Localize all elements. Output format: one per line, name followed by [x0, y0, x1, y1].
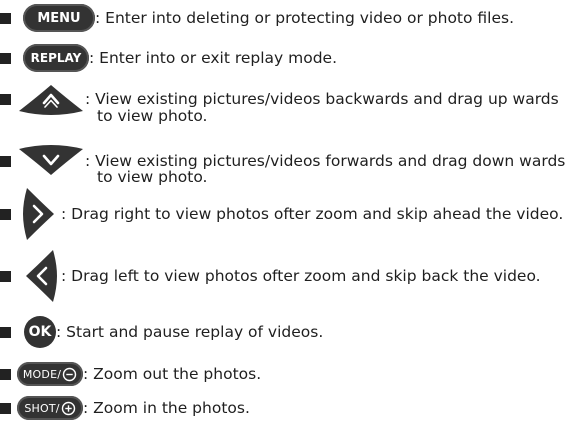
- menu-description: : Enter into deleting or protecting vide…: [95, 8, 515, 27]
- down-chevron-icon[interactable]: [17, 144, 85, 178]
- bullet: [0, 12, 11, 24]
- bullet: [0, 208, 11, 220]
- mode-zoom-out-button[interactable]: MODE/: [17, 362, 83, 386]
- row-left: : Drag left to view photos ofter zoom an…: [0, 248, 541, 304]
- up-chevron-icon[interactable]: [17, 82, 85, 116]
- row-replay: REPLAY : Enter into or exit replay mode.: [0, 44, 337, 72]
- row-ok: OK : Start and pause replay of videos.: [0, 316, 323, 348]
- left-description: : Drag left to view photos ofter zoom an…: [61, 266, 541, 285]
- row-right: : Drag right to view photos ofter zoom a…: [0, 186, 563, 242]
- shot-description: : Zoom in the photos.: [83, 398, 250, 417]
- row-up: : View existing pictures/videos backward…: [0, 82, 559, 116]
- minus-circle-icon: [62, 367, 77, 381]
- bullet: [0, 155, 11, 167]
- bullet: [0, 52, 11, 64]
- bullet: [0, 93, 11, 105]
- ok-description: : Start and pause replay of videos.: [56, 322, 324, 341]
- menu-button[interactable]: MENU: [23, 4, 95, 32]
- bullet: [0, 270, 11, 282]
- mode-label: MODE/: [22, 367, 62, 381]
- row-menu: MENU : Enter into deleting or protecting…: [0, 4, 514, 32]
- bullet: [0, 402, 11, 414]
- bullet: [0, 326, 11, 338]
- mode-description: : Zoom out the photos.: [83, 364, 262, 383]
- row-shot: SHOT/ : Zoom in the photos.: [0, 396, 250, 420]
- replay-description: : Enter into or exit replay mode.: [89, 48, 338, 67]
- right-chevron-icon[interactable]: [23, 186, 57, 242]
- left-chevron-icon[interactable]: [23, 248, 57, 304]
- ok-button[interactable]: OK: [24, 316, 56, 348]
- up-description-continued: to view photo.: [97, 107, 208, 125]
- row-down: : View existing pictures/videos forwards…: [0, 144, 565, 178]
- shot-label: SHOT/: [24, 401, 60, 415]
- right-description: : Drag right to view photos ofter zoom a…: [61, 204, 564, 223]
- row-mode: MODE/ : Zoom out the photos.: [0, 362, 261, 386]
- shot-zoom-in-button[interactable]: SHOT/: [17, 396, 83, 420]
- replay-button[interactable]: REPLAY: [23, 44, 89, 72]
- bullet: [0, 368, 11, 380]
- plus-circle-icon: [61, 401, 75, 415]
